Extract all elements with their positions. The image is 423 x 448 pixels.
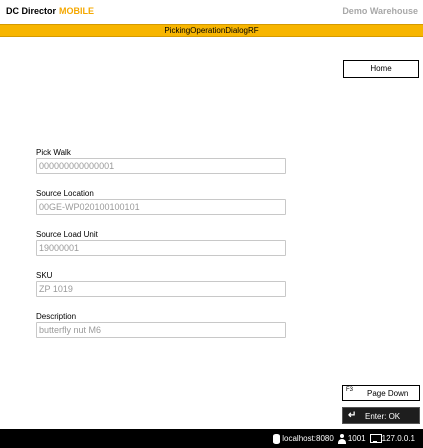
- source-location-field: Source Location 00GE-WP020100100101: [36, 189, 286, 215]
- status-items: localhost:8080 1001 127.0.0.1: [273, 429, 419, 448]
- pick-walk-field: Pick Walk 000000000000001: [36, 148, 286, 174]
- dialog-titlebar: PickingOperationDialogRF: [0, 24, 423, 37]
- app-header: DC Director MOBILE Demo Warehouse: [0, 0, 423, 24]
- pick-walk-input[interactable]: 000000000000001: [36, 158, 286, 174]
- database-icon: [273, 433, 281, 444]
- sku-field: SKU ZP 1019: [36, 271, 286, 297]
- dialog-title: PickingOperationDialogRF: [164, 26, 259, 35]
- sku-label: SKU: [36, 271, 53, 280]
- description-label: Description: [36, 312, 77, 321]
- description-input[interactable]: butterfly nut M6: [36, 322, 286, 338]
- page-down-label: Page Down: [367, 389, 409, 398]
- source-load-unit-field: Source Load Unit 19000001: [36, 230, 286, 256]
- enter-ok-button[interactable]: ↵ Enter: OK: [342, 407, 420, 424]
- user-icon: [337, 433, 346, 444]
- f3-key-label: F3: [346, 387, 354, 393]
- client-address: 127.0.0.1: [381, 434, 415, 443]
- enter-icon: ↵: [348, 410, 357, 421]
- page-down-button[interactable]: F3 Page Down: [342, 385, 420, 401]
- source-load-unit-input[interactable]: 19000001: [36, 240, 286, 256]
- server-address: localhost:8080: [282, 434, 334, 443]
- user-id: 1001: [347, 434, 366, 443]
- status-bar: localhost:8080 1001 127.0.0.1: [0, 429, 423, 448]
- warehouse-name: Demo Warehouse: [342, 6, 418, 16]
- source-load-unit-label: Source Load Unit: [36, 230, 98, 239]
- app-brand: DC Director MOBILE: [6, 6, 94, 16]
- source-location-input[interactable]: 00GE-WP020100100101: [36, 199, 286, 215]
- app-suffix: MOBILE: [59, 6, 95, 16]
- description-field: Description butterfly nut M6: [36, 312, 286, 338]
- pick-walk-label: Pick Walk: [36, 148, 71, 157]
- app-name: DC Director: [6, 6, 57, 16]
- monitor-icon: [369, 434, 382, 443]
- home-button[interactable]: Home: [343, 60, 419, 78]
- enter-ok-label: Enter: OK: [365, 412, 401, 421]
- sku-input[interactable]: ZP 1019: [36, 281, 286, 297]
- source-location-label: Source Location: [36, 189, 94, 198]
